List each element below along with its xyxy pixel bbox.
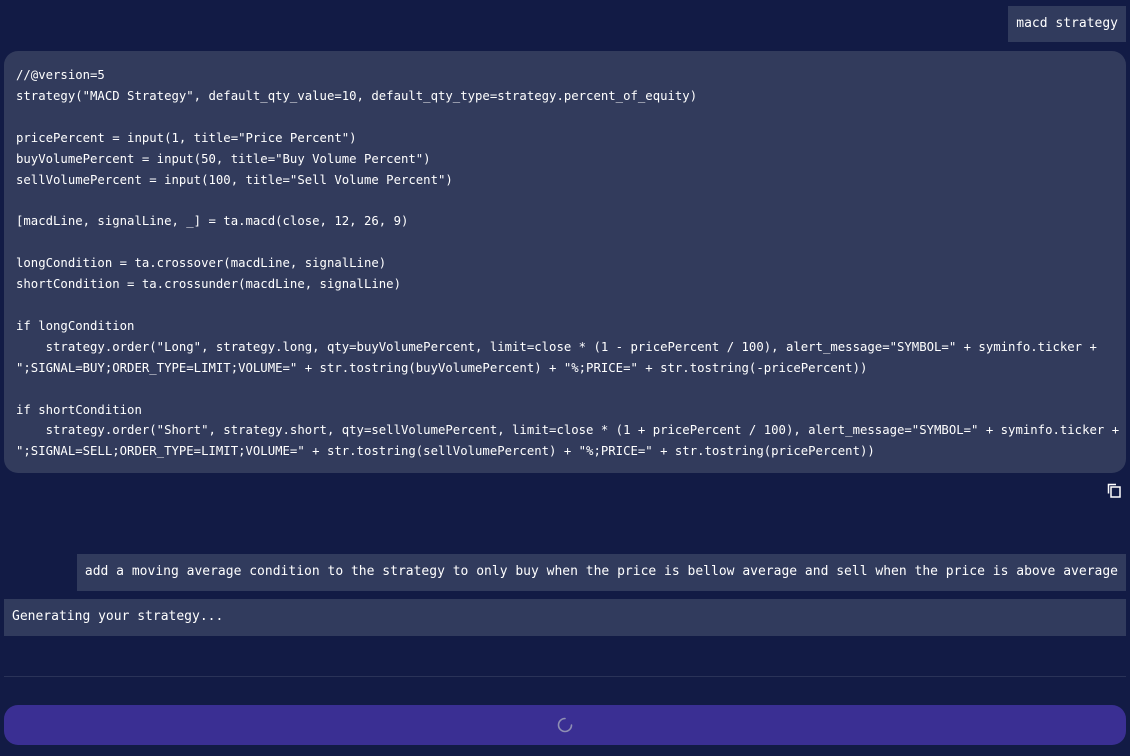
assistant-status-message: Generating your strategy... <box>4 599 1126 636</box>
submit-button[interactable] <box>4 705 1126 745</box>
code-content: //@version=5 strategy("MACD Strategy", d… <box>16 68 1120 459</box>
divider <box>4 676 1126 677</box>
chat-container: macd strategy //@version=5 strategy("MAC… <box>0 0 1130 756</box>
copy-icon <box>1107 483 1121 498</box>
code-block: //@version=5 strategy("MACD Strategy", d… <box>4 51 1126 473</box>
user-message: macd strategy <box>1008 6 1126 42</box>
loading-spinner-icon <box>557 717 573 733</box>
user-message: add a moving average condition to the st… <box>76 554 1126 591</box>
copy-button[interactable] <box>1106 482 1122 498</box>
